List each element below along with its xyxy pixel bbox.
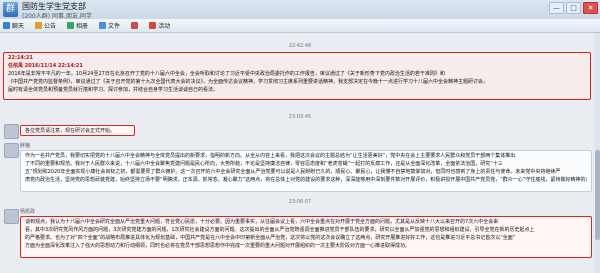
avatar[interactable] — [4, 209, 19, 224]
message-line: 作为一名共产党员，我要切实把党的十八届六中全会精神与全体党员提出的新要求，指明的… — [25, 153, 516, 159]
title-bar: 群 国防生学生党支部 (200人群) 同事,朋友,同学 — □ ✕ — [0, 0, 600, 20]
message-line: 看，其中3次研究党风作风方面的问题，3次研究党建方面的问题，1次研究社会建设方面… — [25, 227, 535, 233]
toolbar-item-label: 公告 — [44, 23, 57, 30]
message-line: 了不同的重要和规范。我对于人民群众来说，十八届六中全会聚焦党建问题是民心所向，大… — [25, 161, 503, 167]
album-icon — [67, 22, 75, 29]
message-line: 五”规划和2020年全面实现小康社会目标之初，都需要厚了群众拥护。这一次召开的六… — [25, 169, 561, 175]
toolbar-item-label: 聊天 — [12, 23, 25, 30]
minimize-icon[interactable]: — — [549, 2, 564, 14]
scrollbar-thumb[interactable] — [595, 150, 600, 240]
message-timestamp: 22:42:48 — [288, 43, 312, 49]
toolbar-item-apps[interactable] — [131, 22, 139, 29]
window-controls: — □ ✕ — [549, 2, 598, 14]
message-line: 方面为全面深化改革注入了强大的思想动力和行动纲领，同时也必将在党员干部思想思想作… — [25, 243, 411, 249]
chat-message: 各位党员请注意，现在研讨会正式开始。 — [20, 125, 135, 136]
toolbar-item-file[interactable]: 文件 — [99, 21, 120, 30]
message-timestamp: 23:03:45 — [288, 114, 312, 120]
chat-message: 22:14:21 任侬禹 2016/11/14 22:14:21 2016年是非… — [3, 52, 591, 100]
toolbar-item-label: 文件 — [108, 23, 121, 30]
sender-name: 胖猪 — [20, 143, 31, 149]
toolbar-item-label: 相册 — [76, 23, 89, 30]
message-line: 谈到观点，我认为十八届六中全会研究全面从严治党重大问题，符合党心民愿，十分必要。… — [25, 219, 499, 225]
toolbar-item-activity[interactable]: 活动 — [149, 21, 170, 30]
message-timestamp: 23:06:07 — [288, 199, 312, 205]
maximize-icon[interactable]: □ — [566, 2, 581, 14]
file-icon — [99, 22, 107, 29]
message-line: 肃党内政治生活，坚持党的思想武装党建，始终坚持立场不要“明确求，正本源、抓常态，… — [25, 177, 587, 183]
message-line: 2016年是非常不平凡的一年。10月24至27日在北京召开了党的十八届六中全会，… — [8, 71, 445, 77]
message-line: 22:14:21 — [8, 55, 33, 61]
announcement-icon — [35, 22, 43, 29]
apps-icon — [131, 22, 139, 29]
toolbar-item-chat[interactable]: 聊天 — [3, 21, 24, 30]
avatar[interactable] — [4, 143, 19, 158]
toolbar-item-label: 活动 — [158, 23, 171, 30]
message-line: 任侬禹 2016/11/14 22:14:21 — [8, 63, 83, 69]
message-line: 《中国共产党党内监督条例》，审议通过了《关于召开党的第十九次全国代表大会的决议》… — [8, 79, 489, 85]
close-icon[interactable]: ✕ — [583, 2, 598, 14]
group-avatar[interactable]: 群 — [3, 2, 18, 17]
sender-name: 杨凯政 — [20, 209, 36, 215]
chat-message: 作为一名共产党员，我要切实把党的十八届六中全会精神与全体党员提出的新要求，指明的… — [20, 150, 592, 192]
toolbar-item-announcement[interactable]: 公告 — [35, 21, 56, 30]
toolbar-item-album[interactable]: 相册 — [67, 21, 88, 30]
message-line: 的严格要求。也为了对“四个全面”的战略布局推进具体化为规划基础，中国共产党是在六… — [25, 235, 516, 241]
activity-icon — [149, 22, 157, 29]
chat-message: 谈到观点，我认为十八届六中全会研究全面从严治党重大问题，符合党心民愿，十分必要。… — [20, 216, 592, 258]
message-line: 届时有请全体党员和预备党员就行搭和学习、探讨参加，并结合自身学习生活谈谈自己的看… — [8, 87, 219, 93]
chat-icon — [3, 22, 10, 29]
chat-history: 22:42:48 22:14:21 任侬禹 2016/11/14 22:14:2… — [0, 33, 600, 273]
message-line: 各位党员请注意，现在研讨会正式开始。 — [25, 128, 116, 134]
toolbar: 聊天 公告 相册 文件 活动 — [0, 19, 600, 33]
avatar[interactable] — [4, 124, 19, 139]
